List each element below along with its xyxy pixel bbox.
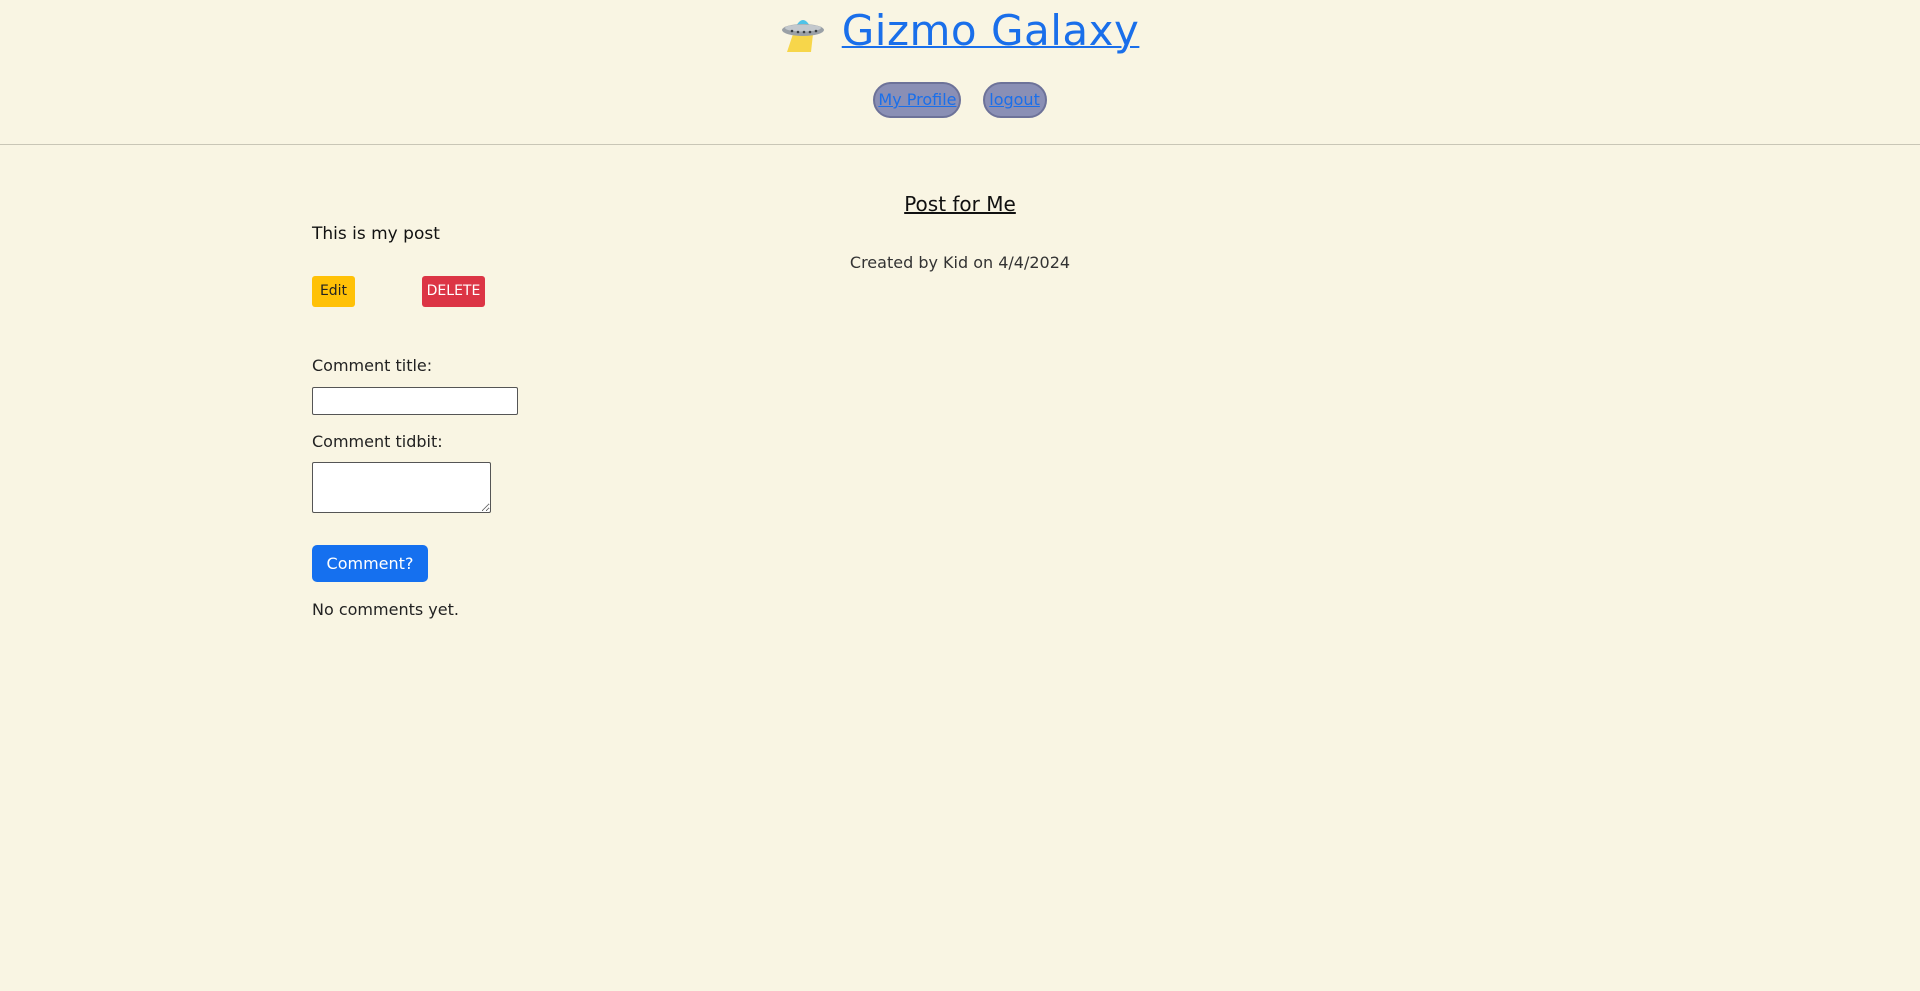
post-body: This is my post	[312, 224, 440, 244]
ufo-icon	[781, 10, 827, 52]
post-meta: Created by Kid on 4/4/2024	[849, 253, 1071, 272]
my-profile-link[interactable]: My Profile	[873, 82, 962, 118]
brand: Gizmo Galaxy	[0, 6, 1920, 55]
logout-link[interactable]: logout	[982, 82, 1047, 118]
header-nav: My Profile logout	[0, 82, 1920, 118]
post-title[interactable]: Post for Me	[0, 192, 1920, 216]
comment-title-label: Comment title:	[312, 356, 433, 375]
brand-link[interactable]: Gizmo Galaxy	[842, 6, 1140, 55]
comment-submit-button[interactable]: Comment?	[312, 545, 428, 582]
comment-title-input[interactable]	[312, 387, 518, 415]
edit-button[interactable]: Edit	[312, 276, 355, 307]
site-header: Gizmo Galaxy My Profile logout	[0, 0, 1920, 145]
comment-tidbit-textarea[interactable]	[312, 462, 491, 513]
no-comments-text: No comments yet.	[312, 600, 459, 619]
comment-tidbit-label: Comment tidbit:	[312, 432, 443, 451]
delete-button[interactable]: DELETE	[422, 276, 485, 307]
